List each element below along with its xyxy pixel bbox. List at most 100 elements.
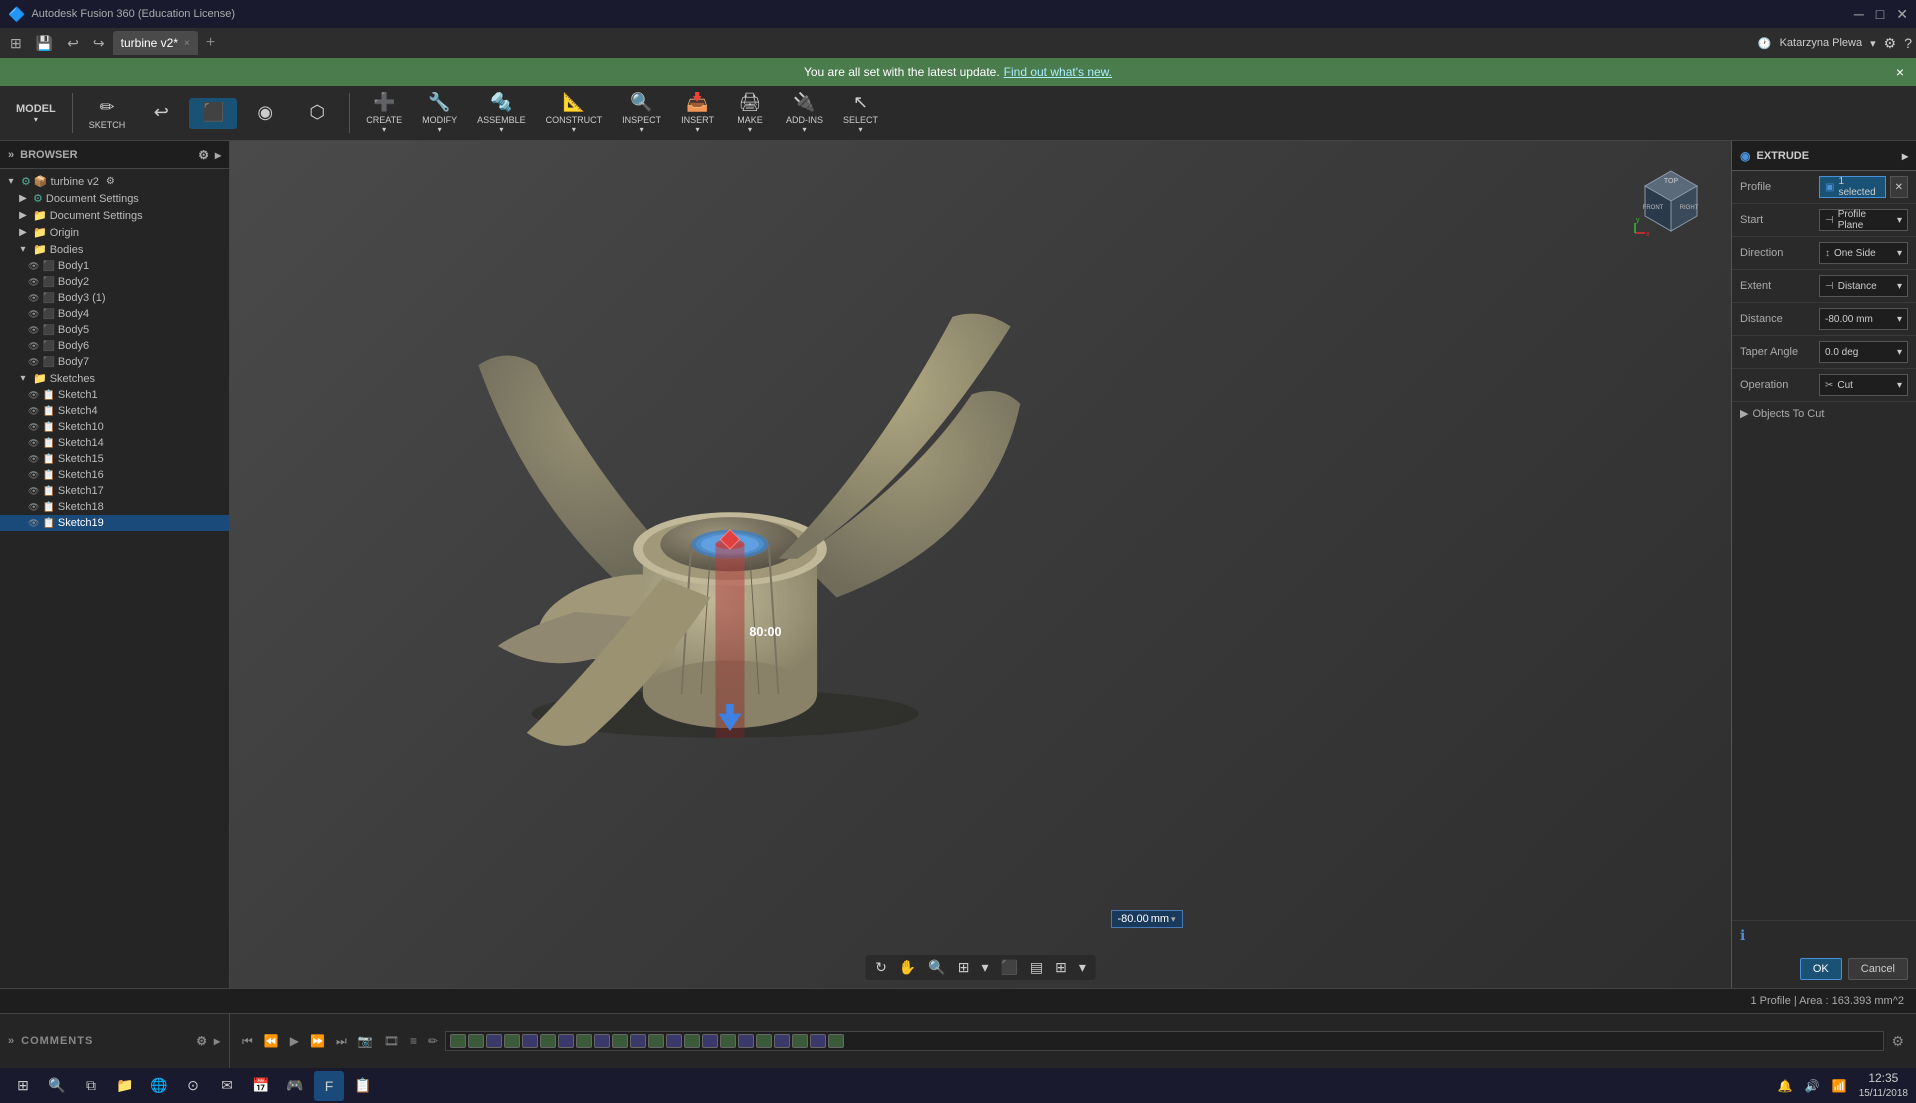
sketch16-eye-icon[interactable]: 👁 <box>28 470 39 481</box>
body2-eye-icon[interactable]: 👁 <box>28 277 39 288</box>
browser-collapse-icon[interactable]: ▸ <box>215 148 221 162</box>
start-value[interactable]: ⊣ Profile Plane ▾ <box>1819 209 1908 231</box>
timeline-compare-icon[interactable]: ≡ <box>406 1032 421 1050</box>
comments-expand-icon[interactable]: » <box>8 1035 15 1047</box>
body6-eye-icon[interactable]: 👁 <box>28 341 39 352</box>
timeline-item-2[interactable] <box>468 1034 484 1048</box>
navigation-cube[interactable]: TOP RIGHT FRONT x y <box>1631 161 1711 241</box>
timeline-item-20[interactable] <box>792 1034 808 1048</box>
sidebar-item-origin[interactable]: ▶ 📁 Origin <box>0 224 229 241</box>
timeline-bar[interactable] <box>445 1031 1884 1051</box>
body5-eye-icon[interactable]: 👁 <box>28 325 39 336</box>
apps-menu-icon[interactable]: ⊞ <box>4 35 28 52</box>
insert-button[interactable]: 📥 INSERT ▾ <box>673 88 722 138</box>
timeline-item-19[interactable] <box>774 1034 790 1048</box>
browser-expand-icon[interactable]: » <box>8 149 14 161</box>
main-tab[interactable]: turbine v2* × <box>113 31 198 55</box>
timeline-item-6[interactable] <box>540 1034 556 1048</box>
sidebar-item-body6[interactable]: 👁 ⬛ Body6 <box>0 338 229 354</box>
pan-icon[interactable]: ✋ <box>895 957 920 978</box>
minimize-button[interactable]: ─ <box>1854 6 1864 22</box>
timeline-prev-button[interactable]: ⏪ <box>260 1032 283 1050</box>
sidebar-item-body1[interactable]: 👁 ⬛ Body1 <box>0 258 229 274</box>
browser-settings-icon[interactable]: ⚙ <box>198 148 209 162</box>
sidebar-item-body2[interactable]: 👁 ⬛ Body2 <box>0 274 229 290</box>
display-settings-icon[interactable]: ▤ <box>1026 957 1047 978</box>
info-icon[interactable]: ℹ <box>1740 927 1745 944</box>
cancel-button[interactable]: Cancel <box>1848 958 1908 980</box>
close-window-button[interactable]: ✕ <box>1896 6 1908 23</box>
volume-icon[interactable]: 🔊 <box>1805 1079 1820 1093</box>
sidebar-item-sketches[interactable]: ▾ 📁 Sketches <box>0 370 229 387</box>
redo-icon[interactable]: ↪ <box>87 35 111 52</box>
create-button[interactable]: ➕ CREATE ▾ <box>358 88 410 138</box>
body1-eye-icon[interactable]: 👁 <box>28 261 39 272</box>
profile-value[interactable]: ▣ 1 selected <box>1819 176 1886 198</box>
timeline-item-14[interactable] <box>684 1034 700 1048</box>
timeline-item-10[interactable] <box>612 1034 628 1048</box>
root-settings-icon[interactable]: ⚙ <box>106 176 115 187</box>
timeline-item-11[interactable] <box>630 1034 646 1048</box>
notification-area-icon[interactable]: 🔔 <box>1778 1079 1793 1093</box>
sidebar-item-sketch4[interactable]: 👁 📋 Sketch4 <box>0 403 229 419</box>
zoom-dropdown-icon[interactable]: ▾ <box>977 957 992 978</box>
timeline-item-4[interactable] <box>504 1034 520 1048</box>
sidebar-item-sketch14[interactable]: 👁 📋 Sketch14 <box>0 435 229 451</box>
sidebar-item-body5[interactable]: 👁 ⬛ Body5 <box>0 322 229 338</box>
timeline-end-button[interactable]: ⏭ <box>332 1032 351 1051</box>
make-button[interactable]: 🖨 MAKE ▾ <box>726 88 774 138</box>
solid-button[interactable]: ⬛ <box>189 98 237 129</box>
sidebar-item-sketch18[interactable]: 👁 📋 Sketch18 <box>0 499 229 515</box>
body3-eye-icon[interactable]: 👁 <box>28 293 39 304</box>
dimension-dropdown-icon[interactable]: ▾ <box>1171 914 1176 925</box>
extrude-expand-icon[interactable]: ▸ <box>1902 149 1908 163</box>
save-icon[interactable]: 💾 <box>30 35 59 52</box>
sidebar-item-sketch17[interactable]: 👁 📋 Sketch17 <box>0 483 229 499</box>
timeline-item-1[interactable] <box>450 1034 466 1048</box>
comments-collapse-icon[interactable]: ▸ <box>214 1034 221 1048</box>
finish-sketch-button[interactable]: ↩ <box>137 98 185 129</box>
sketch15-eye-icon[interactable]: 👁 <box>28 454 39 465</box>
modify-button[interactable]: 🔧 MODIFY ▾ <box>414 88 465 138</box>
timeline-item-5[interactable] <box>522 1034 538 1048</box>
sidebar-item-sketch15[interactable]: 👁 📋 Sketch15 <box>0 451 229 467</box>
sidebar-item-named-views[interactable]: ▶ 📁 Document Settings <box>0 207 229 224</box>
calendar-button[interactable]: 📅 <box>246 1071 276 1101</box>
mesh-button[interactable]: ⬡ <box>293 98 341 129</box>
dimension-input[interactable]: -80.00 mm ▾ <box>1111 910 1183 928</box>
timeline-item-15[interactable] <box>702 1034 718 1048</box>
sidebar-item-body7[interactable]: 👁 ⬛ Body7 <box>0 354 229 370</box>
timeline-frame-icon[interactable]: 🎞 <box>380 1032 403 1050</box>
sidebar-item-body3[interactable]: 👁 ⬛ Body3 (1) <box>0 290 229 306</box>
extent-value[interactable]: ⊣ Distance ▾ <box>1819 275 1908 297</box>
sidebar-item-document-settings[interactable]: ▶ ⚙ Document Settings <box>0 190 229 207</box>
orbit-icon[interactable]: ↻ <box>871 957 891 978</box>
model-menu-button[interactable]: MODEL ▾ <box>8 99 64 128</box>
timeline-item-12[interactable] <box>648 1034 664 1048</box>
body7-eye-icon[interactable]: 👁 <box>28 357 39 368</box>
timeline-item-7[interactable] <box>558 1034 574 1048</box>
distance-value[interactable]: -80.00 mm ▾ <box>1819 308 1908 330</box>
select-button[interactable]: ↖ SELECT ▾ <box>835 88 886 138</box>
help-icon[interactable]: ? <box>1904 35 1912 51</box>
timeline-item-17[interactable] <box>738 1034 754 1048</box>
fusion-button active[interactable]: F <box>314 1071 344 1101</box>
maximize-button[interactable]: □ <box>1876 6 1884 22</box>
addins-button[interactable]: 🔌 ADD-INS ▾ <box>778 88 831 138</box>
comments-settings-icon[interactable]: ⚙ <box>196 1034 208 1048</box>
notification-close-button[interactable]: × <box>1896 64 1904 80</box>
timeline-item-13[interactable] <box>666 1034 682 1048</box>
undo-icon[interactable]: ↩ <box>61 35 85 52</box>
timeline-capture-icon[interactable]: 📷 <box>354 1032 377 1050</box>
network-icon[interactable]: 📶 <box>1832 1079 1847 1093</box>
search-button[interactable]: 🔍 <box>42 1071 72 1101</box>
viewport[interactable]: 80:00 -80.00 mm ▾ <box>230 141 1731 988</box>
timeline-next-button[interactable]: ⏩ <box>306 1032 329 1050</box>
timeline-item-16[interactable] <box>720 1034 736 1048</box>
sketch19-eye-icon[interactable]: 👁 <box>28 518 39 529</box>
objects-to-cut-row[interactable]: ▶ Objects To Cut <box>1732 402 1916 425</box>
app7-button[interactable]: 📋 <box>348 1071 378 1101</box>
sidebar-item-sketch19[interactable]: 👁 📋 Sketch19 <box>0 515 229 531</box>
operation-value[interactable]: ✂ Cut ▾ <box>1819 374 1908 396</box>
app5-button[interactable]: 🎮 <box>280 1071 310 1101</box>
